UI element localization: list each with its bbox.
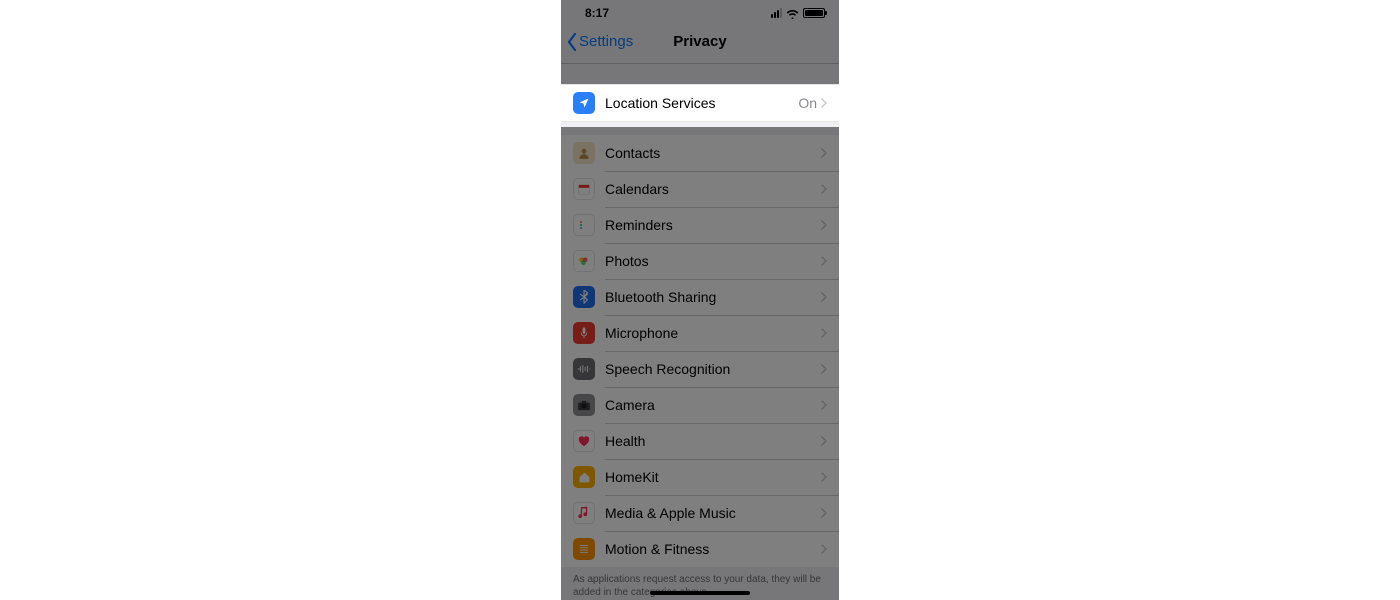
chevron-right-icon (821, 148, 827, 158)
row-label: Microphone (605, 325, 821, 341)
row-label: Speech Recognition (605, 361, 821, 377)
app-categories-section: Contacts Calendars Reminders Photos (561, 135, 839, 567)
row-label: HomeKit (605, 469, 821, 485)
motion-fitness-row[interactable]: Motion & Fitness (561, 531, 839, 567)
page-title: Privacy (673, 33, 726, 50)
footer-note-1: As applications request access to your d… (561, 567, 839, 600)
photos-row[interactable]: Photos (561, 243, 839, 279)
nav-bar: Settings Privacy (561, 20, 839, 64)
microphone-row[interactable]: Microphone (561, 315, 839, 351)
phone-frame: 8:17 Settings Privacy Location Services … (561, 0, 839, 600)
chevron-right-icon (821, 400, 827, 410)
location-services-row[interactable]: Location Services On (561, 85, 839, 121)
homekit-row[interactable]: HomeKit (561, 459, 839, 495)
contacts-row[interactable]: Contacts (561, 135, 839, 171)
row-label: Contacts (605, 145, 821, 161)
chevron-right-icon (821, 364, 827, 374)
status-time: 8:17 (585, 6, 609, 20)
status-bar: 8:17 (561, 0, 839, 20)
health-row[interactable]: Health (561, 423, 839, 459)
location-arrow-icon (573, 92, 595, 114)
row-label: Calendars (605, 181, 821, 197)
music-note-icon (573, 502, 595, 524)
row-label: Media & Apple Music (605, 505, 821, 521)
back-label: Settings (579, 33, 633, 50)
camera-icon (573, 394, 595, 416)
chevron-right-icon (821, 436, 827, 446)
chevron-right-icon (821, 472, 827, 482)
chevron-right-icon (821, 328, 827, 338)
chevron-right-icon (821, 292, 827, 302)
chevron-right-icon (821, 184, 827, 194)
row-label: Reminders (605, 217, 821, 233)
row-label: Motion & Fitness (605, 541, 821, 557)
camera-row[interactable]: Camera (561, 387, 839, 423)
location-services-value: On (798, 95, 817, 111)
reminders-row[interactable]: Reminders (561, 207, 839, 243)
bluetooth-icon (573, 286, 595, 308)
status-right (771, 8, 825, 18)
microphone-icon (573, 322, 595, 344)
cellular-signal-icon (771, 8, 782, 18)
bluetooth-sharing-row[interactable]: Bluetooth Sharing (561, 279, 839, 315)
photos-icon (573, 250, 595, 272)
wifi-icon (786, 8, 799, 18)
chevron-left-icon (567, 33, 577, 51)
media-apple-music-row[interactable]: Media & Apple Music (561, 495, 839, 531)
chevron-right-icon (821, 508, 827, 518)
battery-icon (803, 8, 825, 18)
back-button[interactable]: Settings (567, 33, 633, 51)
calendars-row[interactable]: Calendars (561, 171, 839, 207)
row-label: Health (605, 433, 821, 449)
row-label: Bluetooth Sharing (605, 289, 821, 305)
reminders-icon (573, 214, 595, 236)
home-icon (573, 466, 595, 488)
calendars-icon (573, 178, 595, 200)
contacts-icon (573, 142, 595, 164)
row-label: Camera (605, 397, 821, 413)
location-services-label: Location Services (605, 95, 798, 111)
speech-recognition-row[interactable]: Speech Recognition (561, 351, 839, 387)
chevron-right-icon (821, 544, 827, 554)
chevron-right-icon (821, 220, 827, 230)
running-icon (573, 538, 595, 560)
home-indicator[interactable] (650, 591, 750, 595)
chevron-right-icon (821, 98, 827, 108)
waveform-icon (573, 358, 595, 380)
location-services-section: Location Services On (561, 84, 839, 122)
heart-icon (573, 430, 595, 452)
chevron-right-icon (821, 256, 827, 266)
row-label: Photos (605, 253, 821, 269)
